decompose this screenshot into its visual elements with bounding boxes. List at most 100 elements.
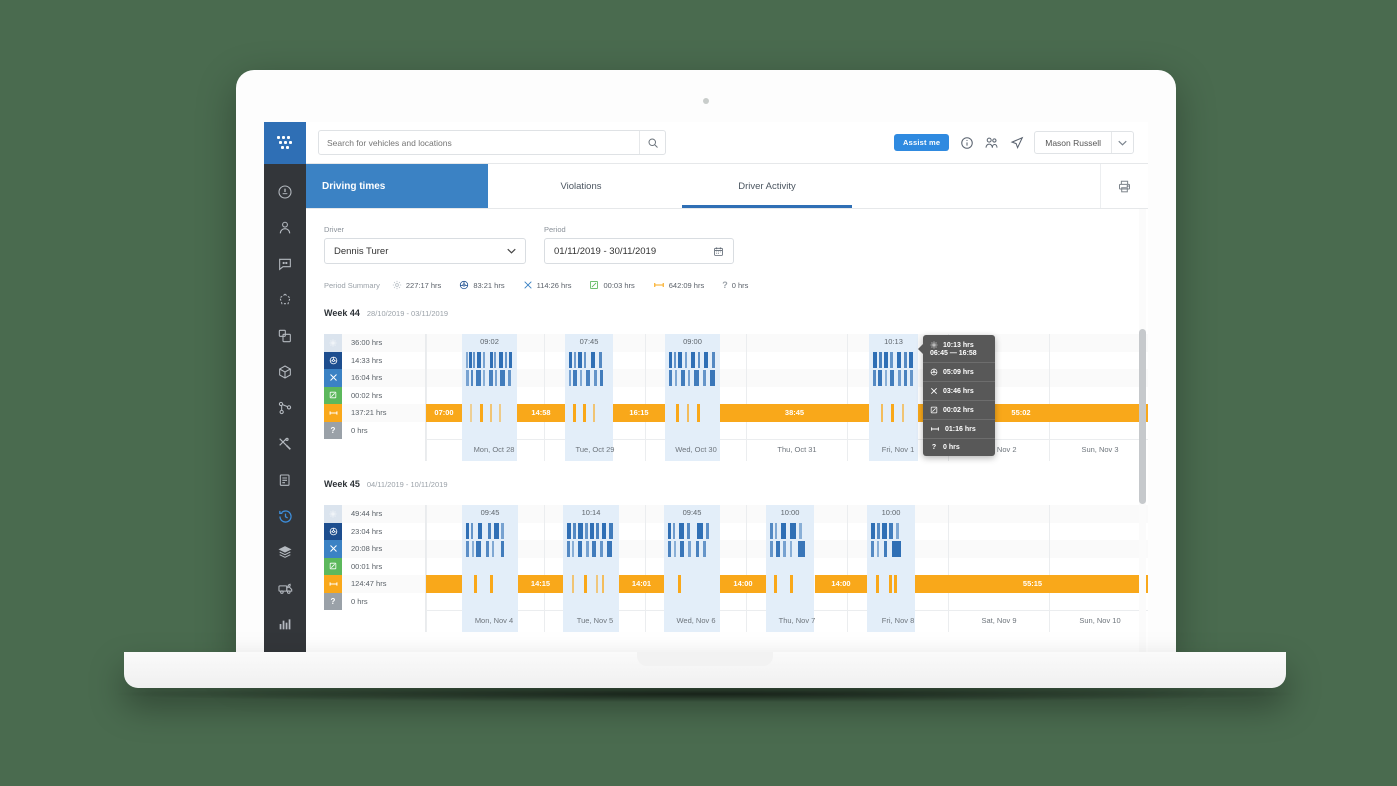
sidebar-item-drivers[interactable] — [264, 210, 306, 246]
tooltip-row-unknown: ? 0 hrs — [923, 439, 995, 456]
screen: Assist me — [264, 122, 1148, 652]
driver-value: Dennis Turer — [334, 245, 389, 257]
plot-row-unknown — [426, 422, 1148, 440]
work-bar — [476, 541, 481, 557]
rest-tick — [596, 575, 598, 593]
bed-icon — [324, 404, 342, 422]
period-label: Period — [544, 225, 566, 234]
driving-bar — [879, 352, 882, 368]
driving-bar — [574, 352, 576, 368]
work-bar — [783, 541, 786, 557]
chevron-down-icon[interactable] — [1111, 132, 1133, 153]
tooltip-value-driving: 05:09 hrs — [943, 368, 974, 376]
sidebar-item-maintenance[interactable] — [264, 426, 306, 462]
print-button[interactable] — [1100, 164, 1148, 208]
rest-tick — [774, 575, 777, 593]
rest-tick — [697, 404, 700, 422]
work-bar — [607, 541, 612, 557]
driving-bar — [673, 523, 675, 539]
driving-bar — [904, 352, 907, 368]
tab-driver-activity[interactable]: Driver Activity — [674, 164, 860, 208]
driving-bar — [882, 523, 887, 539]
rest-tick — [593, 404, 595, 422]
sidebar-item-workflow[interactable] — [264, 390, 306, 426]
day-label-sun: Sun, Nov 3 — [1081, 445, 1119, 454]
week-44-plot: 09:02 07:45 09:00 10:13 07:00 14:58 16:1… — [426, 334, 1148, 461]
summary-item-unknown: ? 0 hrs — [722, 280, 748, 290]
driving-bar — [706, 523, 709, 539]
day-label-tue: Tue, Oct 29 — [575, 445, 615, 454]
sidebar-item-fleet[interactable] — [264, 570, 306, 606]
rest-label-2: 14:00 — [733, 579, 753, 588]
sidebar-item-messages[interactable] — [264, 246, 306, 282]
driving-bar — [668, 523, 671, 539]
day-label-mon: Mon, Nov 4 — [474, 616, 514, 625]
content-area: Driver Dennis Turer Period 01/11/2019 - … — [306, 209, 1148, 652]
legend-value-work: 20:08 hrs — [351, 544, 383, 554]
summary-item-daily-rest: 642:09 hrs — [653, 280, 704, 290]
summary-item-work: 114:26 hrs — [523, 280, 571, 290]
work-bar — [569, 370, 571, 386]
work-bar — [892, 541, 901, 557]
calendar-icon[interactable] — [713, 246, 724, 257]
period-input[interactable]: 01/11/2019 - 30/11/2019 — [544, 238, 734, 264]
rest-label-0: 07:00 — [434, 408, 454, 417]
scrollbar-thumb[interactable] — [1139, 329, 1146, 504]
tab-violations[interactable]: Violations — [488, 164, 674, 208]
driving-bar — [466, 352, 468, 368]
work-bar — [910, 370, 913, 386]
work-bar — [476, 370, 481, 386]
legend-value-daily-rest: 137:21 hrs — [351, 408, 387, 418]
sidebar-item-dashboard[interactable] — [264, 174, 306, 210]
search-bar[interactable] — [318, 130, 666, 155]
legend-row-unknown: ? 0 hrs — [324, 421, 425, 439]
work-bar — [486, 541, 489, 557]
driver-select[interactable]: Dennis Turer — [324, 238, 526, 264]
sidebar-item-cargo[interactable] — [264, 354, 306, 390]
driving-bar — [678, 352, 682, 368]
driving-bar — [466, 523, 469, 539]
sidebar-item-reports[interactable] — [264, 462, 306, 498]
driving-bar — [691, 352, 695, 368]
sidebar-item-tachograph[interactable] — [264, 498, 306, 534]
work-bar — [668, 541, 671, 557]
week-45-legend: 49:44 hrs 23:04 hrs 20:08 hrs 00:01 hrs … — [324, 505, 426, 632]
period-summary-label: Period Summary — [324, 280, 380, 290]
rest-sun-icon — [324, 334, 342, 352]
day-separator — [645, 334, 646, 461]
driving-bar — [573, 523, 576, 539]
work-bar — [776, 541, 780, 557]
people-icon[interactable] — [984, 135, 999, 150]
driving-bar — [488, 523, 491, 539]
day-highlight-tue[interactable] — [565, 334, 613, 461]
driving-bar — [873, 352, 877, 368]
rest-label-2: 16:15 — [629, 408, 649, 417]
app-logo[interactable] — [264, 122, 306, 164]
sidebar-item-geofence[interactable] — [264, 282, 306, 318]
work-bar — [770, 541, 773, 557]
send-icon[interactable] — [1009, 135, 1024, 150]
week-45-range: 04/11/2019 - 10/11/2019 — [366, 480, 448, 489]
availability-icon — [324, 386, 342, 404]
assist-me-button[interactable]: Assist me — [894, 134, 950, 151]
unknown-icon: ? — [324, 421, 342, 439]
user-menu[interactable]: Mason Russell — [1034, 131, 1134, 154]
chevron-down-icon[interactable] — [507, 248, 516, 254]
work-bar — [466, 370, 469, 386]
work-bar — [472, 541, 474, 557]
info-icon[interactable] — [959, 135, 974, 150]
sidebar-item-assets[interactable] — [264, 318, 306, 354]
search-input[interactable] — [319, 137, 639, 148]
driving-bar — [501, 523, 504, 539]
user-name: Mason Russell — [1045, 137, 1101, 148]
sidebar-item-analytics[interactable] — [264, 606, 306, 642]
work-bar — [885, 370, 887, 386]
work-bar — [500, 370, 505, 386]
day-total-fri: 10:00 — [881, 508, 901, 517]
tab-driving-times[interactable]: Driving times — [306, 164, 488, 208]
search-button[interactable] — [639, 131, 665, 154]
work-bar — [680, 541, 684, 557]
sidebar-item-layers[interactable] — [264, 534, 306, 570]
work-bar — [489, 370, 493, 386]
tooltip-row-driving: 05:09 hrs — [923, 363, 995, 382]
